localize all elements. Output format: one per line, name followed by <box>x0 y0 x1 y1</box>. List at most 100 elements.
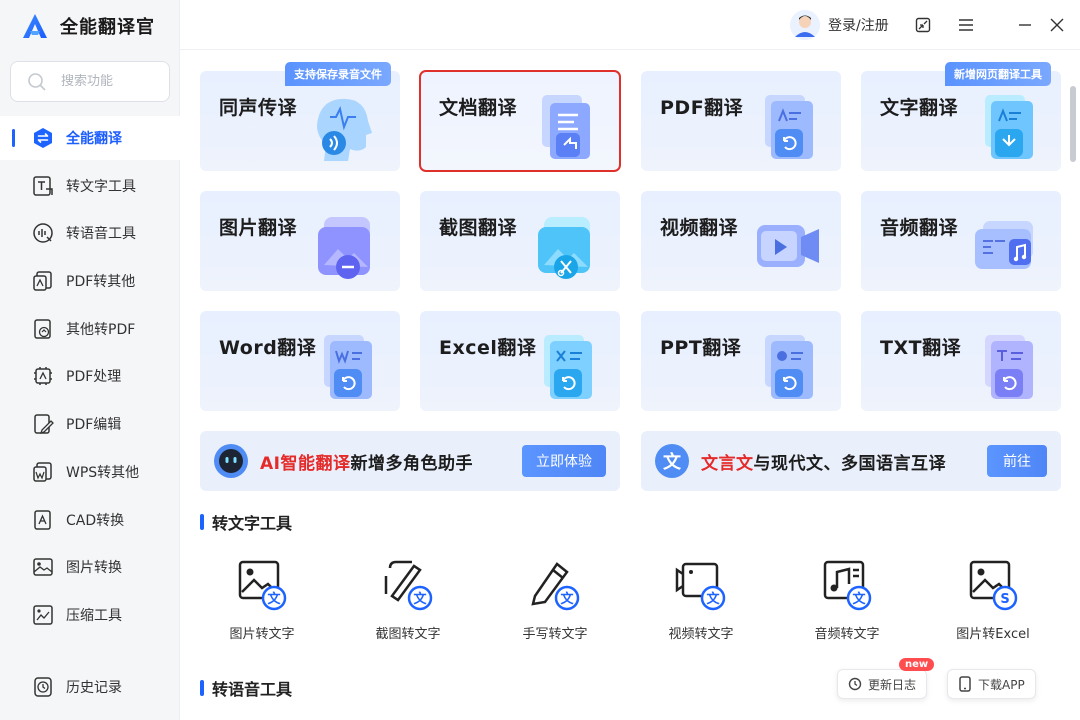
sidebar-item-label: WPS转其他 <box>66 465 140 481</box>
login-link[interactable]: 登录/注册 <box>828 15 889 35</box>
card-title: 截图翻译 <box>439 217 518 239</box>
card-title: Word翻译 <box>219 337 317 359</box>
card-title: 文档翻译 <box>439 97 518 119</box>
hamburger-icon <box>959 19 973 31</box>
compress-icon <box>32 604 54 626</box>
audio-to-text-icon: 文 <box>823 560 872 611</box>
mini-mode-button[interactable] <box>912 14 934 36</box>
sidebar-item-cad-convert[interactable]: CAD转换 <box>0 498 180 542</box>
search-box[interactable] <box>10 61 170 102</box>
card-pdf-translation[interactable]: PDF翻译 <box>641 71 841 171</box>
video-to-text-icon: 文 <box>675 562 726 611</box>
svg-text:文: 文 <box>706 591 720 607</box>
sidebar-item-translate[interactable]: 全能翻译 <box>0 116 180 160</box>
sidebar-item-to-pdf[interactable]: 其他转PDF <box>0 307 180 351</box>
card-excel-translation[interactable]: Excel翻译 <box>420 311 620 411</box>
tool-image-to-excel[interactable]: S 图片转Excel <box>938 550 1048 650</box>
document-icon <box>542 95 590 159</box>
card-word-translation[interactable]: Word翻译 <box>200 311 400 411</box>
tool-label: 音频转文字 <box>814 627 880 642</box>
search-icon <box>28 72 46 91</box>
card-title: 音频翻译 <box>880 217 959 239</box>
sidebar-item-label: 历史记录 <box>66 680 122 696</box>
banner-text: 文言文与现代文、多国语言互译 <box>701 449 946 474</box>
top-bar: 登录/注册 <box>180 0 1080 50</box>
avatar[interactable] <box>790 10 820 40</box>
sidebar-item-pdf-edit[interactable]: PDF编辑 <box>0 402 180 446</box>
card-document-translation[interactable]: 文档翻译 <box>419 70 621 172</box>
wen-icon: 文 <box>655 444 689 478</box>
sidebar-item-pdf-convert[interactable]: PDF转其他 <box>0 259 180 303</box>
go-button[interactable]: 前往 <box>987 445 1047 477</box>
card-image-translation[interactable]: 图片翻译 <box>200 191 400 291</box>
minimize-button[interactable] <box>1014 14 1036 36</box>
text-tool-icon <box>32 175 54 197</box>
sidebar-item-label: PDF转其他 <box>66 274 136 290</box>
app-title: 全能翻译官 <box>60 17 155 38</box>
shrink-icon <box>915 17 931 33</box>
search-input[interactable] <box>61 74 161 89</box>
sidebar-item-voice-tool[interactable]: 转语音工具 <box>0 211 180 255</box>
card-screenshot-translation[interactable]: 截图翻译 <box>420 191 620 291</box>
pdf-doc-icon <box>765 95 813 159</box>
sidebar-item-label: 其他转PDF <box>66 322 136 338</box>
feature-tag: 新增网页翻译工具 <box>945 62 1051 86</box>
card-text-translation[interactable]: 文字翻译 <box>861 71 1061 171</box>
card-audio-translation[interactable]: 音频翻译 <box>861 191 1061 291</box>
brand: 全能翻译官 <box>22 10 155 42</box>
tool-screenshot-to-text[interactable]: 文 截图转文字 <box>353 550 463 650</box>
cad-convert-icon <box>32 509 54 531</box>
menu-button[interactable] <box>955 14 977 36</box>
section-title-label: 转文字工具 <box>212 514 293 533</box>
tool-image-to-text[interactable]: 文 图片转文字 <box>207 550 317 650</box>
card-video-translation[interactable]: 视频翻译 <box>641 191 841 291</box>
sidebar-item-label: 转文字工具 <box>66 179 136 195</box>
image-convert-icon <box>32 556 54 578</box>
minimize-icon <box>1019 24 1031 26</box>
tool-audio-to-text[interactable]: 文 音频转文字 <box>792 550 902 650</box>
card-title: PPT翻译 <box>660 337 742 359</box>
scrollbar[interactable] <box>1070 86 1076 162</box>
download-app-button[interactable]: 下载APP <box>947 669 1036 699</box>
try-now-button[interactable]: 立即体验 <box>522 445 606 477</box>
section-title-voice-tools: 转语音工具 <box>200 676 292 700</box>
tool-handwriting-to-text[interactable]: 文 手写转文字 <box>500 550 610 650</box>
tool-label: 视频转文字 <box>668 627 734 642</box>
screenshot-to-text-icon: 文 <box>384 560 433 611</box>
app-logo-icon <box>23 14 47 38</box>
changelog-button[interactable]: 更新日志 new <box>837 658 935 699</box>
card-title: 文字翻译 <box>880 97 959 119</box>
close-button[interactable] <box>1046 14 1068 36</box>
ai-assistant-banner[interactable]: AI智能翻译新增多角色助手 立即体验 <box>200 431 620 491</box>
handwriting-to-text-icon: 文 <box>531 562 580 611</box>
sidebar-item-wps-convert[interactable]: WPS转其他 <box>0 450 180 494</box>
new-badge: new <box>899 658 935 671</box>
sidebar-item-compress[interactable]: 压缩工具 <box>0 593 180 637</box>
sidebar-item-label: 压缩工具 <box>66 608 122 624</box>
svg-text:文: 文 <box>560 591 574 607</box>
sidebar: 全能翻译官 全能翻译 转文字工具 转语音工具 PDF转其他 其他转PDF PDF… <box>0 0 180 720</box>
banner-highlight: 文言文 <box>701 453 754 474</box>
svg-text:文: 文 <box>413 591 427 607</box>
svg-text:文: 文 <box>267 591 281 607</box>
excel-icon <box>544 335 592 399</box>
section-title-text-tools: 转文字工具 <box>200 510 292 534</box>
sidebar-item-history[interactable]: 历史记录 <box>0 665 180 709</box>
sidebar-item-image-convert[interactable]: 图片转换 <box>0 545 180 589</box>
pdf-convert-icon <box>32 270 54 292</box>
card-ppt-translation[interactable]: PPT翻译 <box>641 311 841 411</box>
main-content: 同声传译 支持保存录音文件 文档翻译 PDF翻译 文字翻译 新增网页翻译工具 图… <box>180 50 1080 720</box>
sidebar-item-label: 全能翻译 <box>66 131 122 147</box>
tool-video-to-text[interactable]: 文 视频转文字 <box>646 550 756 650</box>
tool-label: 手写转文字 <box>522 627 588 642</box>
card-simultaneous-interpretation[interactable]: 同声传译 <box>200 71 400 171</box>
sidebar-item-text-tool[interactable]: 转文字工具 <box>0 164 180 208</box>
banner-desc: 与现代文、多国语言互译 <box>753 453 946 474</box>
svg-text:文: 文 <box>852 591 866 607</box>
card-title: 图片翻译 <box>219 217 298 239</box>
classical-chinese-banner[interactable]: 文 文言文与现代文、多国语言互译 前往 <box>641 431 1061 491</box>
card-txt-translation[interactable]: TXT翻译 <box>861 311 1061 411</box>
sidebar-item-pdf-process[interactable]: PDF处理 <box>0 354 180 398</box>
tool-label: 截图转文字 <box>375 627 441 642</box>
banner-desc: 新增多角色助手 <box>350 453 473 474</box>
